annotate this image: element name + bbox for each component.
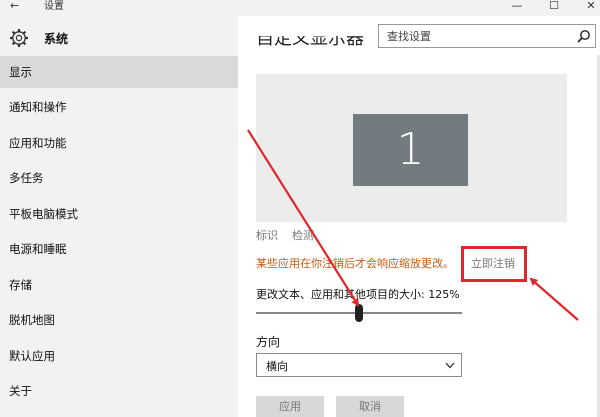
sidebar-item-about[interactable]: 关于 [0, 375, 238, 407]
monitor-preview: 1 [256, 74, 567, 222]
sidebar-item-notifications[interactable]: 通知和操作 [0, 91, 238, 123]
orientation-label: 方向 [256, 335, 281, 349]
monitor-1[interactable]: 1 [353, 114, 468, 186]
sidebar-item-display[interactable]: 显示 [0, 56, 238, 88]
maximize-button[interactable]: ☐ [547, 0, 561, 12]
back-arrow-icon[interactable]: ← [10, 0, 19, 12]
sidebar-item-apps[interactable]: 应用和功能 [0, 127, 238, 159]
search-icon[interactable] [577, 29, 591, 43]
gear-icon [10, 29, 28, 47]
annotation-highlight-box [461, 246, 527, 282]
identify-link[interactable]: 标识 [256, 227, 278, 243]
orientation-dropdown[interactable]: 横向 [256, 353, 462, 377]
detect-link[interactable]: 检测 [292, 227, 314, 243]
section-title: 系统 [44, 32, 69, 46]
sidebar-item-storage[interactable]: 存储 [0, 269, 238, 301]
page-title: 自定义显示器 [256, 36, 364, 49]
apply-button[interactable]: 应用 [256, 396, 324, 417]
scale-label: 更改文本、应用和其他项目的大小: 125% [256, 288, 460, 301]
scaling-warning: 某些应用在你注销后才会响应缩放更改。 [256, 257, 454, 270]
close-button[interactable]: ✕ [584, 0, 598, 12]
minimize-button[interactable]: — [510, 0, 524, 12]
search-box[interactable] [378, 24, 596, 48]
sidebar-item-multitasking[interactable]: 多任务 [0, 162, 238, 194]
sidebar-item-offline-maps[interactable]: 脱机地图 [0, 304, 238, 336]
sidebar-item-power-sleep[interactable]: 电源和睡眠 [0, 233, 238, 265]
search-input[interactable] [379, 25, 569, 47]
sidebar-item-default-apps[interactable]: 默认应用 [0, 340, 238, 372]
annotation-arrow-signout [529, 277, 579, 321]
window-title: 设置 [44, 1, 64, 12]
orientation-value: 横向 [266, 360, 288, 373]
sidebar: 系统 显示 通知和操作 应用和功能 多任务 平板电脑模式 电源和睡眠 存储 脱机… [0, 16, 238, 417]
chevron-down-icon [445, 362, 455, 369]
section-header: 系统 [0, 26, 238, 50]
scale-slider-thumb[interactable] [355, 304, 363, 322]
cancel-button[interactable]: 取消 [336, 396, 404, 417]
monitor-number: 1 [396, 124, 425, 175]
title-bar: ← 设置 — ☐ ✕ [0, 0, 600, 16]
sidebar-item-tablet-mode[interactable]: 平板电脑模式 [0, 198, 238, 230]
